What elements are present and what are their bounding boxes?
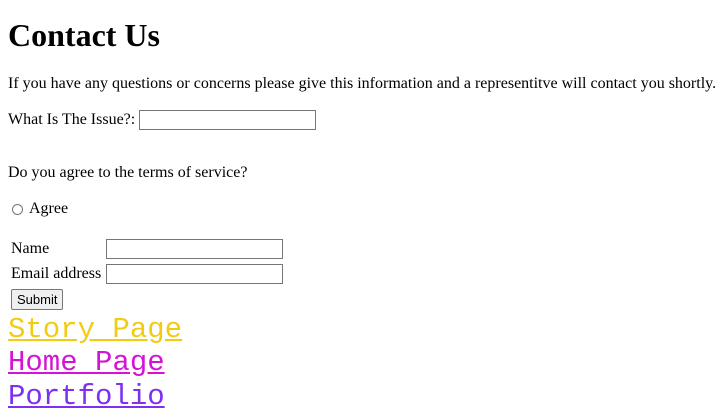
issue-label: What Is The Issue?: xyxy=(8,111,136,128)
issue-input[interactable] xyxy=(139,110,317,130)
email-row: Email address xyxy=(11,263,283,285)
story-page-link[interactable]: Story Page xyxy=(8,314,182,346)
agree-option[interactable]: Agree xyxy=(12,199,68,219)
agree-radio[interactable] xyxy=(12,203,23,215)
terms-question: Do you agree to the terms of service? xyxy=(8,164,248,181)
page-title: Contact Us xyxy=(8,17,160,53)
submit-button[interactable]: Submit xyxy=(11,289,64,310)
issue-row: What Is The Issue?: xyxy=(8,109,317,131)
agree-label: Agree xyxy=(29,200,69,217)
name-label: Name xyxy=(11,240,50,257)
name-row: Name xyxy=(11,238,283,260)
email-input[interactable] xyxy=(106,264,283,284)
portfolio-link[interactable]: Portfolio xyxy=(8,381,165,413)
name-input[interactable] xyxy=(106,239,283,259)
email-label: Email address xyxy=(11,265,102,282)
intro-text: If you have any questions or concerns pl… xyxy=(8,75,717,92)
home-page-link[interactable]: Home Page xyxy=(8,347,165,379)
